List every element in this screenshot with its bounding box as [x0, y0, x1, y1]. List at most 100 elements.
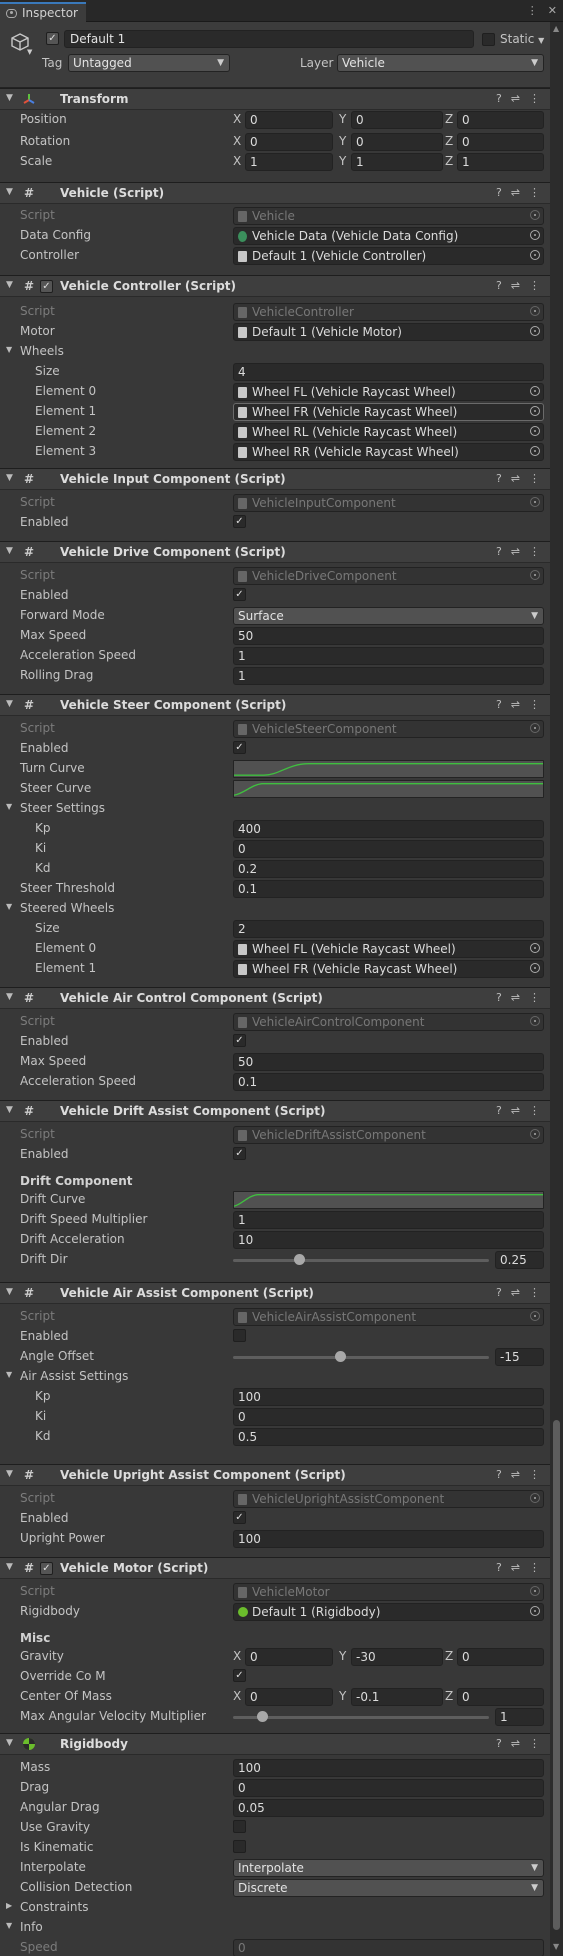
- constraints-row[interactable]: ▶ Constraints: [0, 1897, 550, 1917]
- y-label[interactable]: Y: [339, 134, 346, 148]
- enabled-checkbox[interactable]: ✓: [233, 1034, 246, 1047]
- help-icon[interactable]: ?: [496, 1737, 502, 1750]
- kd-field[interactable]: 0.2: [233, 860, 544, 878]
- more-icon[interactable]: ⋮: [529, 1561, 540, 1574]
- enabled-checkbox[interactable]: ✓: [233, 588, 246, 601]
- override-com-checkbox[interactable]: ✓: [233, 1669, 246, 1682]
- upright-power-field[interactable]: 100: [233, 1530, 544, 1548]
- position-y-field[interactable]: 0: [351, 111, 443, 129]
- angular-drag-field[interactable]: 0.05: [233, 1799, 544, 1817]
- scale-y-field[interactable]: 1: [351, 153, 443, 171]
- scroll-up-icon[interactable]: ▲: [553, 24, 559, 33]
- preset-icon[interactable]: ⇌: [511, 92, 520, 105]
- rigidbody-field[interactable]: Default 1 (Rigidbody): [233, 1603, 544, 1621]
- fold-arrow-icon[interactable]: ▼: [6, 1738, 13, 1748]
- preset-icon[interactable]: ⇌: [511, 186, 520, 199]
- size-field[interactable]: 4: [233, 363, 544, 381]
- steer-curve-field[interactable]: [233, 780, 544, 798]
- help-icon[interactable]: ?: [496, 1468, 502, 1481]
- enabled-checkbox[interactable]: ✓: [233, 515, 246, 528]
- fold-arrow-icon[interactable]: ▼: [6, 699, 13, 709]
- steered-wheels-row[interactable]: ▼ Steered Wheels: [0, 898, 550, 918]
- object-picker-icon[interactable]: [530, 943, 540, 953]
- angvel-slider-track[interactable]: [233, 1716, 489, 1719]
- more-icon[interactable]: ⋮: [529, 545, 540, 558]
- component-enabled-checkbox[interactable]: ✓: [40, 1562, 53, 1575]
- preset-icon[interactable]: ⇌: [511, 1561, 520, 1574]
- drift-speed-multiplier-field[interactable]: 1: [233, 1211, 544, 1229]
- element-field[interactable]: Wheel FL (Vehicle Raycast Wheel): [233, 383, 544, 401]
- acceleration-field[interactable]: 0.1: [233, 1073, 544, 1091]
- fold-arrow-icon[interactable]: ▼: [6, 280, 13, 290]
- drift-curve-field[interactable]: [233, 1191, 544, 1209]
- rotation-y-field[interactable]: 0: [351, 133, 443, 151]
- z-label[interactable]: Z: [445, 154, 453, 168]
- fold-arrow-icon[interactable]: ▼: [6, 1469, 13, 1479]
- x-label[interactable]: X: [233, 112, 241, 126]
- ki-field[interactable]: 0: [233, 1408, 544, 1426]
- com-x-field[interactable]: 0: [245, 1688, 333, 1706]
- element-field[interactable]: Wheel RL (Vehicle Raycast Wheel): [233, 423, 544, 441]
- drift-dir-slider-track[interactable]: [233, 1259, 489, 1262]
- element-field[interactable]: Wheel FR (Vehicle Raycast Wheel): [233, 403, 544, 421]
- turn-curve-field[interactable]: [233, 760, 544, 778]
- z-label[interactable]: Z: [445, 1689, 453, 1703]
- preset-icon[interactable]: ⇌: [511, 1104, 520, 1117]
- icon-dropdown-caret[interactable]: ▼: [27, 48, 32, 56]
- fold-arrow-icon[interactable]: ▼: [6, 902, 12, 911]
- fold-arrow-icon[interactable]: ▼: [6, 1287, 13, 1297]
- preset-icon[interactable]: ⇌: [511, 1468, 520, 1481]
- drift-dir-slider-handle[interactable]: [294, 1254, 305, 1265]
- element-field[interactable]: Wheel RR (Vehicle Raycast Wheel): [233, 443, 544, 461]
- object-picker-icon[interactable]: [530, 446, 540, 456]
- component-header[interactable]: ▼ # Vehicle Input Component (Script) ? ⇌ ⋮: [0, 468, 550, 490]
- collision-detection-dropdown[interactable]: Discrete ▼: [233, 1879, 544, 1897]
- fold-arrow-icon[interactable]: ▼: [6, 1562, 13, 1572]
- air-assist-settings-row[interactable]: ▼ Air Assist Settings: [0, 1366, 550, 1386]
- enabled-checkbox[interactable]: ✓: [233, 1147, 246, 1160]
- fold-arrow-icon[interactable]: ▼: [6, 1370, 12, 1379]
- element-field[interactable]: Wheel FL (Vehicle Raycast Wheel): [233, 940, 544, 958]
- more-icon[interactable]: ⋮: [529, 92, 540, 105]
- object-name-field[interactable]: Default 1: [64, 30, 474, 48]
- drift-dir-field[interactable]: 0.25: [495, 1251, 544, 1269]
- fold-arrow-icon[interactable]: ▼: [6, 473, 13, 483]
- angle-offset-slider-handle[interactable]: [335, 1351, 346, 1362]
- preset-icon[interactable]: ⇌: [511, 991, 520, 1004]
- fold-arrow-icon[interactable]: ▼: [6, 187, 13, 197]
- steer-threshold-field[interactable]: 0.1: [233, 880, 544, 898]
- is-kinematic-checkbox[interactable]: [233, 1840, 246, 1853]
- x-label[interactable]: X: [233, 1689, 241, 1703]
- ki-field[interactable]: 0: [233, 840, 544, 858]
- component-header[interactable]: ▼ # Vehicle (Script) ? ⇌ ⋮: [0, 182, 550, 204]
- object-picker-icon[interactable]: [530, 250, 540, 260]
- help-icon[interactable]: ?: [496, 1104, 502, 1117]
- more-icon[interactable]: ⋮: [529, 472, 540, 485]
- info-row[interactable]: ▼ Info: [0, 1917, 550, 1937]
- x-label[interactable]: X: [233, 1649, 241, 1663]
- object-picker-icon[interactable]: [530, 406, 540, 416]
- gravity-z-field[interactable]: 0: [457, 1648, 544, 1666]
- wheels-row[interactable]: ▼ Wheels: [0, 341, 550, 361]
- enabled-checkbox[interactable]: ✓: [233, 741, 246, 754]
- enabled-checkbox[interactable]: ✓: [233, 1511, 246, 1524]
- position-z-field[interactable]: 0: [457, 111, 544, 129]
- component-header[interactable]: ▼ Transform ? ⇌ ⋮: [0, 88, 550, 110]
- preset-icon[interactable]: ⇌: [511, 1737, 520, 1750]
- preset-icon[interactable]: ⇌: [511, 472, 520, 485]
- object-picker-icon[interactable]: [530, 386, 540, 396]
- object-active-checkbox[interactable]: ✓: [46, 32, 59, 45]
- drift-acceleration-field[interactable]: 10: [233, 1231, 544, 1249]
- max-speed-field[interactable]: 50: [233, 1053, 544, 1071]
- angle-offset-slider-track[interactable]: [233, 1356, 489, 1359]
- static-dropdown[interactable]: Static ▼: [500, 32, 544, 46]
- fold-arrow-icon[interactable]: ▼: [6, 345, 12, 354]
- z-label[interactable]: Z: [445, 1649, 453, 1663]
- object-picker-icon[interactable]: [530, 230, 540, 240]
- preset-icon[interactable]: ⇌: [511, 545, 520, 558]
- help-icon[interactable]: ?: [496, 1286, 502, 1299]
- kp-field[interactable]: 100: [233, 1388, 544, 1406]
- gravity-x-field[interactable]: 0: [245, 1648, 333, 1666]
- angvel-slider-handle[interactable]: [257, 1711, 268, 1722]
- object-picker-icon[interactable]: [530, 1606, 540, 1616]
